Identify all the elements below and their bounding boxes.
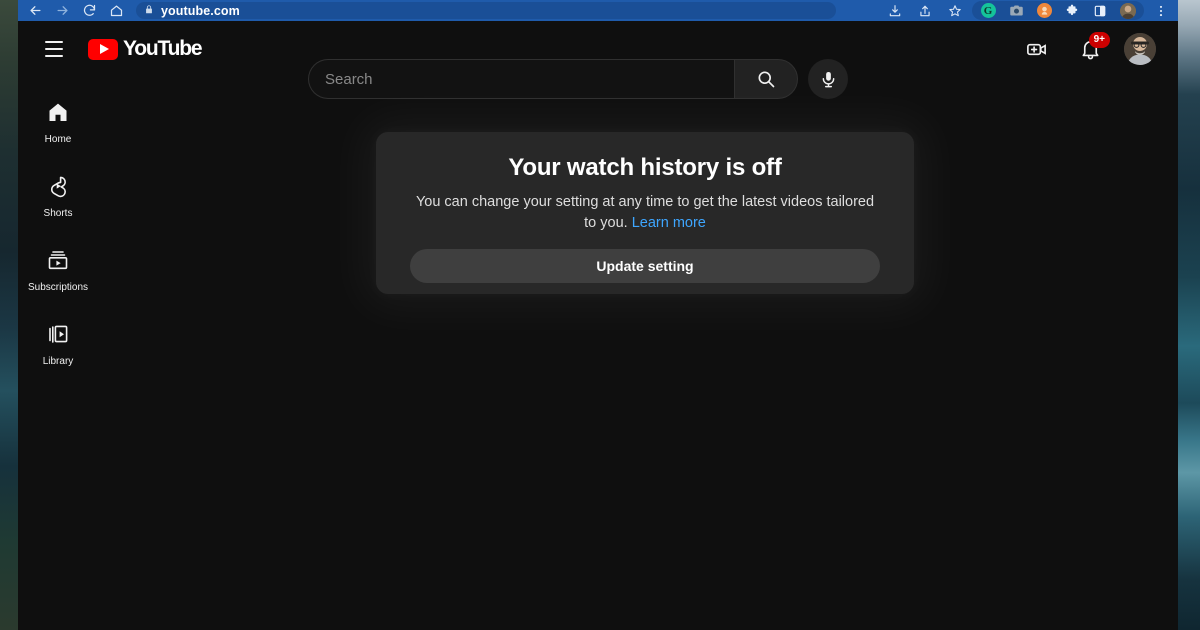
browser-toolbar: youtube.com G xyxy=(18,0,1178,21)
library-icon xyxy=(46,322,70,351)
share-icon[interactable] xyxy=(910,0,940,21)
create-video-button[interactable] xyxy=(1016,29,1056,69)
home-icon xyxy=(46,100,70,129)
sidebar-label-library: Library xyxy=(42,355,74,367)
chrome-menu-icon[interactable] xyxy=(1146,0,1176,21)
window-right-edge xyxy=(1172,21,1178,630)
notifications-button[interactable]: 9+ xyxy=(1070,29,1110,69)
extensions-pill: G xyxy=(972,1,1144,20)
bookmark-star-icon[interactable] xyxy=(940,0,970,21)
card-title: Your watch history is off xyxy=(508,154,782,181)
browser-profile-avatar[interactable] xyxy=(1114,1,1142,20)
sidebar-label-shorts: Shorts xyxy=(43,207,73,219)
side-panel-icon[interactable] xyxy=(1086,1,1114,20)
sidebar-item-shorts[interactable]: Shorts xyxy=(18,159,98,233)
screenshot-extension-icon[interactable] xyxy=(1002,1,1030,20)
grammarly-extension-icon[interactable]: G xyxy=(974,1,1002,20)
account-avatar[interactable] xyxy=(1124,33,1156,65)
shorts-icon xyxy=(46,174,70,203)
honey-extension-icon[interactable] xyxy=(1030,1,1058,20)
lock-icon xyxy=(144,2,154,20)
forward-arrow-icon[interactable] xyxy=(49,0,76,21)
youtube-logo[interactable]: YouTube xyxy=(88,37,203,61)
sidebar-item-home[interactable]: Home xyxy=(18,85,98,159)
install-app-icon[interactable] xyxy=(880,0,910,21)
sidebar-item-library[interactable]: Library xyxy=(18,307,98,381)
sidebar-label-home: Home xyxy=(44,133,72,145)
guide-menu-icon[interactable] xyxy=(34,29,74,69)
subscriptions-icon xyxy=(46,248,70,277)
back-arrow-icon[interactable] xyxy=(22,0,49,21)
youtube-play-icon xyxy=(88,38,118,60)
youtube-page: YouTube 9 xyxy=(18,21,1178,630)
header-right: 9+ xyxy=(1016,21,1156,77)
wallpaper-left-strip xyxy=(0,0,18,630)
reload-icon[interactable] xyxy=(76,0,103,21)
main-content: Your watch history is off You can change… xyxy=(98,77,1178,630)
sidebar-item-subscriptions[interactable]: Subscriptions xyxy=(18,233,98,307)
extensions-puzzle-icon[interactable] xyxy=(1058,1,1086,20)
home-icon-browser[interactable] xyxy=(103,0,130,21)
browser-nav-buttons xyxy=(18,0,130,21)
youtube-wordmark: YouTube xyxy=(123,37,203,60)
address-bar[interactable]: youtube.com xyxy=(136,2,836,19)
youtube-sidebar: Home Shorts Subscriptions Library xyxy=(18,77,98,630)
notification-badge: 9+ xyxy=(1088,32,1110,48)
youtube-header: YouTube 9 xyxy=(18,21,1178,99)
browser-window: youtube.com G YouTube Search 9+ Home Sho… xyxy=(18,0,1178,630)
card-description: You can change your setting at any time … xyxy=(410,192,880,234)
browser-toolbar-actions: G xyxy=(880,0,1176,21)
header-left: YouTube xyxy=(18,29,203,69)
address-bar-url: youtube.com xyxy=(161,3,240,18)
learn-more-link[interactable]: Learn more xyxy=(632,215,706,231)
sidebar-label-subscriptions: Subscriptions xyxy=(27,281,89,293)
update-setting-button[interactable]: Update setting xyxy=(410,248,880,283)
watch-history-card: Your watch history is off You can change… xyxy=(376,132,914,294)
wallpaper-right-strip xyxy=(1178,0,1200,630)
